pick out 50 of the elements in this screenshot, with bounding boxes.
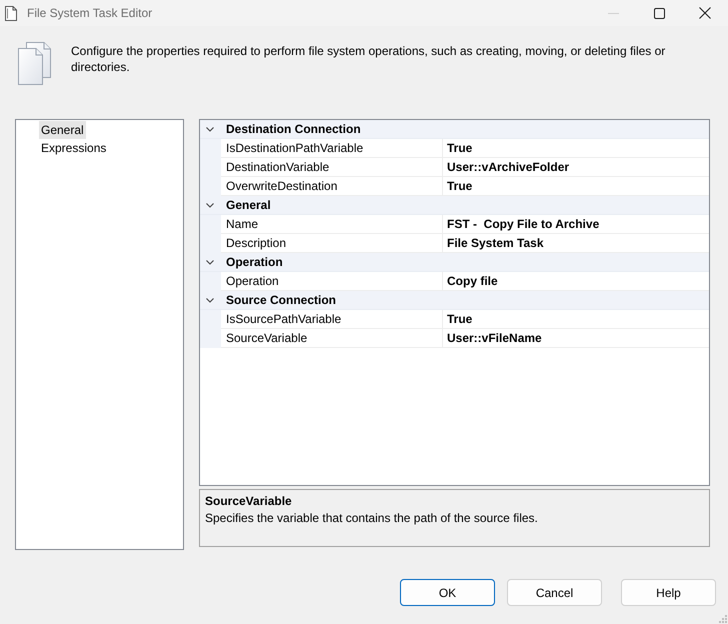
- property-row[interactable]: SourceVariable User::vFileName: [200, 329, 709, 348]
- header-description: Configure the properties required to perform file system operations, such as creating, moving, or deleting files or directories.: [71, 43, 666, 75]
- category-row[interactable]: Destination Connection: [200, 120, 709, 139]
- close-icon[interactable]: [699, 7, 711, 19]
- description-title: SourceVariable: [205, 493, 293, 509]
- property-name: OverwriteDestination: [221, 177, 443, 196]
- document-icon: [5, 6, 17, 20]
- property-name: IsSourcePathVariable: [221, 310, 443, 329]
- property-name: Description: [221, 234, 443, 253]
- property-value[interactable]: User::vFileName: [443, 329, 709, 348]
- property-value[interactable]: Copy file: [443, 272, 709, 291]
- chevron-icon[interactable]: [206, 201, 214, 209]
- property-value[interactable]: File System Task: [443, 234, 709, 253]
- property-row[interactable]: Name FST - Copy File to Archive: [200, 215, 709, 234]
- category-row[interactable]: Source Connection: [200, 291, 709, 310]
- category-row[interactable]: Operation: [200, 253, 709, 272]
- nav-item[interactable]: Expressions: [39, 139, 108, 157]
- property-row[interactable]: DestinationVariable User::vArchiveFolder: [200, 158, 709, 177]
- category-row[interactable]: General: [200, 196, 709, 215]
- chevron-icon[interactable]: [206, 258, 214, 266]
- property-row[interactable]: Operation Copy file: [200, 272, 709, 291]
- dialog-button[interactable]: OK: [400, 579, 495, 606]
- dialog-button[interactable]: Help: [621, 579, 716, 606]
- description-text: Specifies the variable that contains the path of the source files.: [205, 510, 539, 527]
- resize-grip-icon[interactable]: [719, 615, 727, 623]
- category-label: Source Connection: [226, 292, 336, 309]
- property-name: Name: [221, 215, 443, 234]
- property-value[interactable]: FST - Copy File to Archive: [443, 215, 709, 234]
- property-row[interactable]: IsSourcePathVariable True: [200, 310, 709, 329]
- category-label: Destination Connection: [226, 121, 361, 138]
- category-label: General: [226, 197, 271, 214]
- property-name: IsDestinationPathVariable: [221, 139, 443, 158]
- maximize-icon[interactable]: [654, 8, 664, 18]
- nav-item[interactable]: General: [39, 121, 86, 139]
- property-value[interactable]: True: [443, 139, 709, 158]
- category-label: Operation: [226, 254, 283, 271]
- property-row[interactable]: OverwriteDestination True: [200, 177, 709, 196]
- property-name: Operation: [221, 272, 443, 291]
- property-row[interactable]: IsDestinationPathVariable True: [200, 139, 709, 158]
- property-row[interactable]: Description File System Task: [200, 234, 709, 253]
- property-value[interactable]: True: [443, 310, 709, 329]
- chevron-icon[interactable]: [206, 125, 214, 133]
- chevron-icon[interactable]: [206, 296, 214, 304]
- property-name: DestinationVariable: [221, 158, 443, 177]
- property-value[interactable]: User::vArchiveFolder: [443, 158, 709, 177]
- property-value[interactable]: True: [443, 177, 709, 196]
- dialog-button[interactable]: Cancel: [507, 579, 602, 606]
- property-name: SourceVariable: [221, 329, 443, 348]
- documents-icon: [18, 42, 51, 85]
- window-title: File System Task Editor: [27, 5, 152, 22]
